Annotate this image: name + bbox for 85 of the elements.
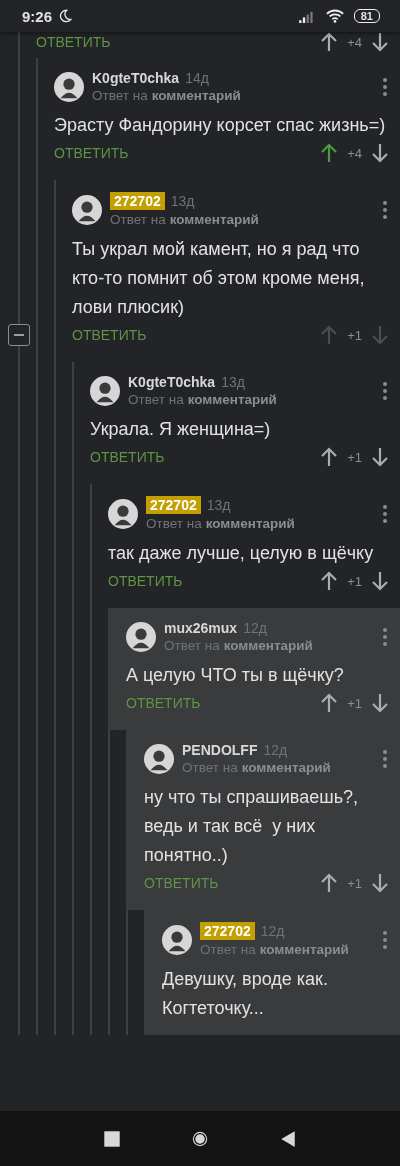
reply-target-link[interactable]: комментарий [205,516,295,531]
author-name[interactable]: 272702 [200,922,255,940]
reply-link[interactable]: ОТВЕТИТЬ [90,449,165,465]
comment-time: 12д [263,742,288,758]
home-icon[interactable] [191,1129,209,1148]
more-icon[interactable] [382,503,388,524]
comment-time: 12д [243,620,267,636]
downvote-icon[interactable] [372,32,388,52]
avatar[interactable] [126,621,156,652]
reply-link[interactable]: ОТВЕТИТЬ [126,695,201,711]
recents-icon[interactable] [103,1129,121,1148]
avatar[interactable] [162,924,192,955]
reply-prefix: Ответ на [182,760,238,775]
author-name[interactable]: mux26mux [164,620,238,636]
downvote-icon[interactable] [372,873,388,893]
comment-text: Девушку, вроде как. Когтеточку... [162,968,329,1020]
status-time: 9:26 [22,7,53,25]
reply-link[interactable]: ОТВЕТИТЬ [144,875,219,891]
signal-icon [298,9,316,23]
avatar[interactable] [108,498,138,529]
more-icon[interactable] [382,199,388,220]
reply-prefix: Ответ на [200,942,256,957]
reply-target-link[interactable]: комментарий [241,760,331,775]
reply-link[interactable]: ОТВЕТИТЬ [72,327,147,343]
comment-time: 13д [170,193,195,209]
upvote-icon[interactable] [321,873,338,893]
author-name[interactable]: PENDOLFF [182,742,258,758]
author-name[interactable]: K0gteT0chka [92,70,180,86]
more-icon[interactable] [382,929,388,950]
more-icon[interactable] [382,76,388,97]
upvote-icon[interactable] [321,32,338,52]
minus-icon [14,334,24,336]
upvote-icon[interactable] [321,693,338,713]
comment-text: Эрасту Фандорину корсет спас жизнь=) [54,114,387,137]
reply-target-link[interactable]: комментарий [223,638,313,653]
avatar[interactable] [54,71,84,102]
reply-target-link[interactable]: комментарий [151,88,241,103]
score: +1 [347,875,362,891]
reply-link[interactable]: ОТВЕТИТЬ [108,573,183,589]
comment-time: 12д [260,923,285,939]
comment-time: 14д [185,70,209,86]
wifi-icon [325,9,344,23]
reply-prefix: Ответ на [146,516,202,531]
downvote-icon[interactable] [372,693,388,713]
comment-time: 13д [221,374,245,390]
comment-text: Украла. Я женщина=) [90,418,272,441]
comment-text: Ты украл мой камент, но я рад что кто-то помнит об этом кроме меня, лови плюсик) [72,238,366,319]
reply-link[interactable]: ОТВЕТИТЬ [36,34,111,50]
reply-target-link[interactable]: комментарий [259,942,349,957]
reply-target-link[interactable]: комментарий [169,212,259,227]
score: +1 [347,449,362,465]
moon-icon [58,9,73,23]
author-name[interactable]: 272702 [110,192,165,210]
collapse-button[interactable] [8,324,30,346]
score: +4 [347,34,362,50]
back-icon[interactable] [279,1129,297,1148]
author-name[interactable]: 272702 [146,496,201,514]
reply-prefix: Ответ на [110,212,166,227]
comment-text: так даже лучше, целую в щёчку [108,542,375,565]
comment-text: А целую ЧТО ты в щёчку? [126,664,345,687]
downvote-icon[interactable] [372,447,388,467]
score: +1 [347,573,362,589]
avatar[interactable] [144,743,174,774]
avatar[interactable] [90,375,120,406]
upvote-icon[interactable] [321,143,338,163]
downvote-icon[interactable] [372,571,388,591]
reply-target-link[interactable]: комментарий [187,392,277,407]
more-icon[interactable] [382,380,388,401]
reply-prefix: Ответ на [128,392,184,407]
reply-link[interactable]: ОТВЕТИТЬ [54,145,129,161]
reply-prefix: Ответ на [92,88,148,103]
reply-prefix: Ответ на [164,638,220,653]
downvote-icon[interactable] [372,143,388,163]
score: +4 [347,145,362,161]
battery-icon: 81 [353,9,380,23]
more-icon[interactable] [382,626,388,647]
score: +1 [347,327,362,343]
author-name[interactable]: K0gteT0chka [128,374,216,390]
score: +1 [347,695,362,711]
comment-text: ну что ты спрашиваешь?, ведь и так всё у них понятно..) [144,786,360,867]
avatar[interactable] [72,194,102,225]
more-icon[interactable] [382,748,388,769]
upvote-icon[interactable] [321,447,338,467]
comment-time: 13д [206,497,231,513]
upvote-icon[interactable] [321,571,338,591]
